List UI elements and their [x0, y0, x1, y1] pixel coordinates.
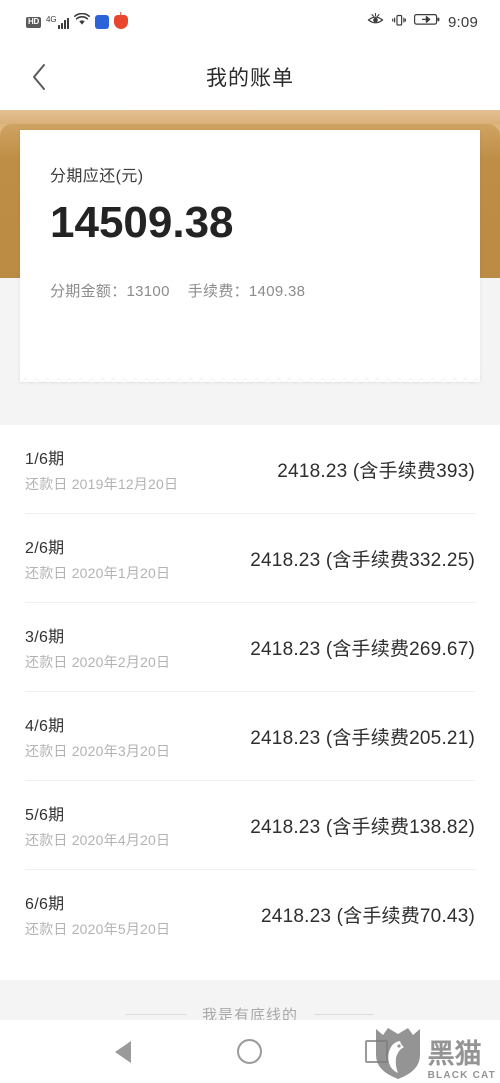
nav-recents-button[interactable] [353, 1028, 401, 1076]
installment-due-date: 还款日 2020年3月20日 [25, 742, 171, 759]
installment-term: 6/6期 [25, 895, 65, 913]
row-info: 3/6期 还款日 2020年2月20日 [25, 623, 170, 672]
installment-amount: 2418.23 (含手续费70.43) [261, 905, 475, 927]
chevron-left-icon [33, 64, 45, 90]
installment-term: 2/6期 [25, 539, 65, 557]
table-row[interactable]: 1/6期 还款日 2019年12月20日 2418.23 (含手续费393) [25, 425, 475, 514]
page-title: 我的账单 [206, 67, 294, 90]
installment-amount: 2418.23 (含手续费205.21) [250, 727, 475, 749]
vibrate-icon [392, 13, 406, 32]
status-bar-left-icons: HD 4G [26, 12, 128, 31]
status-bar: HD 4G 9:09 [0, 0, 500, 44]
installment-due-date: 还款日 2020年1月20日 [25, 564, 171, 581]
installment-amount: 2418.23 (含手续费269.67) [250, 638, 475, 660]
nav-recents-square-icon [365, 1040, 389, 1063]
hd-icon: HD [26, 16, 41, 28]
row-info: 2/6期 还款日 2020年1月20日 [25, 534, 170, 583]
nav-back-button[interactable] [99, 1028, 147, 1076]
installment-due-date: 还款日 2019年12月20日 [25, 475, 179, 492]
table-row[interactable]: 4/6期 还款日 2020年3月20日 2418.23 (含手续费205.21) [25, 692, 475, 781]
signal-bars-icon: 4G [45, 14, 69, 29]
summary-principal: 分期金额：13100 [50, 283, 170, 301]
table-row[interactable]: 2/6期 还款日 2020年1月20日 2418.23 (含手续费332.25) [25, 514, 475, 603]
installment-term: 3/6期 [25, 628, 65, 646]
table-row[interactable]: 5/6期 还款日 2020年4月20日 2418.23 (含手续费138.82) [25, 781, 475, 870]
summary-amount-value: 14509.38 [50, 198, 234, 247]
summary-receipt-card: 分期应还(元) 14509.38 分期金额：13100 手续费：1409.38 [20, 130, 480, 382]
installment-due-date: 还款日 2020年2月20日 [25, 653, 171, 670]
row-info: 6/6期 还款日 2020年5月20日 [25, 890, 170, 939]
row-info: 1/6期 还款日 2019年12月20日 [25, 445, 178, 494]
gold-gloss-strip [0, 110, 500, 124]
installment-amount: 2418.23 (含手续费393) [277, 460, 475, 482]
footer-divider-left [125, 1013, 186, 1015]
installment-amount: 2418.23 (含手续费138.82) [250, 816, 475, 838]
status-bar-clock: 9:09 [448, 13, 478, 31]
title-bar: 我的账单 [0, 44, 500, 110]
nav-home-button[interactable] [226, 1028, 274, 1076]
row-info: 4/6期 还款日 2020年3月20日 [25, 712, 170, 761]
battery-charging-icon [414, 13, 440, 31]
network-type-label: 4G [45, 14, 57, 24]
nav-back-triangle-icon [115, 1040, 132, 1063]
back-button[interactable] [16, 54, 62, 100]
red-app-icon [113, 15, 128, 29]
footer-divider-right [314, 1013, 374, 1015]
row-info: 5/6期 还款日 2020年4月20日 [25, 801, 170, 850]
installment-list: 1/6期 还款日 2019年12月20日 2418.23 (含手续费393) 2… [0, 425, 500, 958]
footer-spacer [0, 958, 500, 980]
installment-amount: 2418.23 (含手续费332.25) [250, 549, 475, 571]
status-bar-right-icons: 9:09 [367, 13, 478, 32]
summary-hero: 分期应还(元) 14509.38 分期金额：13100 手续费：1409.38 [0, 110, 500, 400]
summary-amount-label: 分期应还(元) [50, 168, 144, 185]
wifi-icon [73, 12, 90, 31]
installment-term: 5/6期 [25, 806, 65, 824]
installment-due-date: 还款日 2020年4月20日 [25, 831, 171, 848]
signal-bars-glyph [57, 17, 69, 29]
summary-fee: 手续费：1409.38 [187, 283, 306, 301]
eye-comfort-icon [367, 13, 384, 31]
summary-card-body: 分期应还(元) 14509.38 分期金额：13100 手续费：1409.38 [20, 130, 480, 373]
android-navigation-bar [0, 1020, 500, 1083]
installment-term: 4/6期 [25, 717, 65, 735]
blue-app-icon [94, 15, 109, 29]
table-row[interactable]: 6/6期 还款日 2020年5月20日 2418.23 (含手续费70.43) [25, 870, 475, 958]
installment-due-date: 还款日 2020年5月20日 [25, 920, 171, 937]
installment-term: 1/6期 [25, 450, 65, 468]
receipt-torn-edge [20, 373, 480, 382]
summary-breakdown: 分期金额：13100 手续费：1409.38 [50, 280, 450, 301]
list-top-gap [0, 400, 500, 425]
table-row[interactable]: 3/6期 还款日 2020年2月20日 2418.23 (含手续费269.67) [25, 603, 475, 692]
nav-home-circle-icon [237, 1039, 263, 1064]
